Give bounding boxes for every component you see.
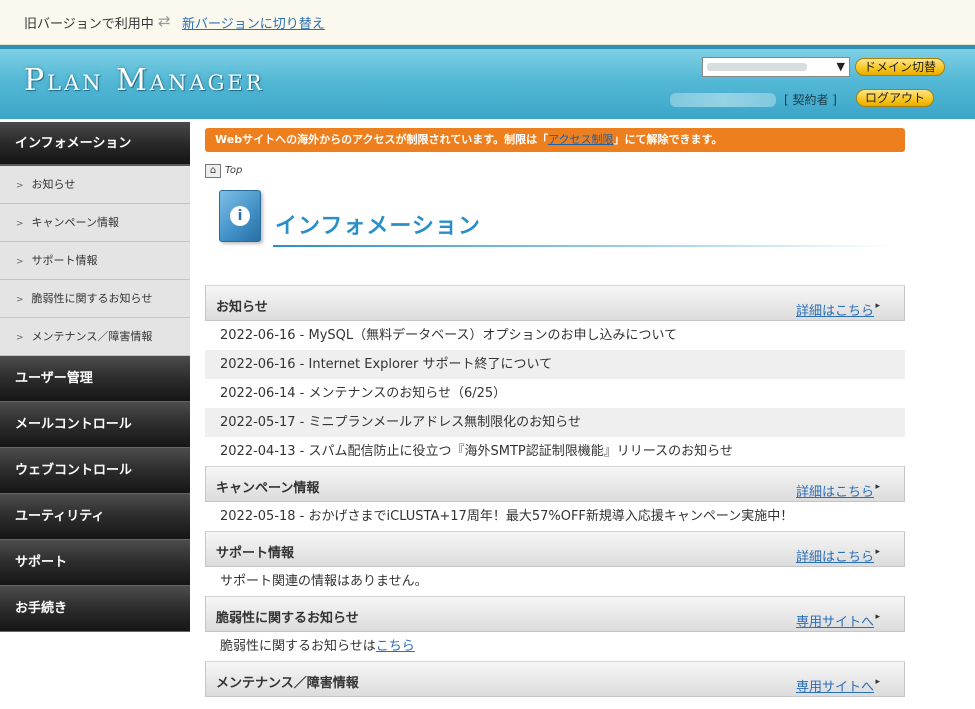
sidebar-category-user-management[interactable]: ユーザー管理 bbox=[0, 356, 190, 402]
logout-button[interactable]: ログアウト bbox=[856, 89, 935, 107]
sidebar-item-vulnerability[interactable]: > 脆弱性に関するお知らせ bbox=[0, 280, 190, 318]
news-item[interactable]: 2022-06-16 - Internet Explorer サポート終了につい… bbox=[205, 350, 905, 379]
campaign-item[interactable]: 2022-05-18 - おかげさまでiCLUSTA+17周年！最大57%OFF… bbox=[205, 502, 905, 531]
vulnerability-here-link[interactable]: こちら bbox=[376, 639, 415, 654]
info-sections: お知らせ 詳細はこちら ▸ 2022-06-16 - MySQL（無料データベー… bbox=[205, 285, 905, 697]
old-version-text: 旧バージョンで利用中 bbox=[24, 17, 154, 32]
sidebar-item-support[interactable]: > サポート情報 bbox=[0, 242, 190, 280]
page-title-area: i インフォメーション bbox=[205, 182, 905, 254]
main-content: Webサイトへの海外からのアクセスが制限されています。制限は「アクセス制限」にて… bbox=[205, 128, 905, 697]
chevron-right-icon: > bbox=[16, 295, 24, 305]
chevron-right-icon: ▸ bbox=[875, 547, 880, 557]
sidebar-category-support[interactable]: サポート bbox=[0, 540, 190, 586]
news-item[interactable]: 2022-06-16 - MySQL（無料データベース）オプションのお申し込みに… bbox=[205, 321, 905, 350]
chevron-right-icon: ▸ bbox=[875, 301, 880, 311]
sidebar-category-procedures[interactable]: お手続き bbox=[0, 586, 190, 632]
vulnerability-text-before: 脆弱性に関するお知らせは bbox=[220, 639, 376, 654]
news-more-link[interactable]: 詳細はこちら bbox=[796, 300, 874, 319]
section-title: 脆弱性に関するお知らせ bbox=[216, 611, 359, 626]
domain-value-redacted bbox=[707, 63, 807, 71]
support-more-link[interactable]: 詳細はこちら bbox=[796, 546, 874, 565]
contract-label: [ 契約者 ] bbox=[784, 93, 837, 107]
maintenance-site-link[interactable]: 専用サイトへ bbox=[796, 676, 874, 695]
home-icon[interactable]: ⌂ bbox=[205, 164, 221, 178]
sidebar: インフォメーション > お知らせ > キャンペーン情報 > サポート情報 > 脆弱性に関… bbox=[0, 122, 190, 632]
plan-manager-logo: Plan Manager bbox=[24, 63, 265, 98]
switch-new-version-link[interactable]: 新バージョンに切り替え bbox=[182, 13, 325, 32]
sidebar-category-mail-control[interactable]: メールコントロール bbox=[0, 402, 190, 448]
section-header-news: お知らせ 詳細はこちら ▸ bbox=[205, 285, 905, 321]
section-title: サポート情報 bbox=[216, 546, 295, 561]
section-header-campaign: キャンペーン情報 詳細はこちら ▸ bbox=[205, 466, 905, 502]
sidebar-item-maintenance[interactable]: > メンテナンス／障害情報 bbox=[0, 318, 190, 356]
page-title: インフォメーション bbox=[275, 214, 481, 239]
section-header-support: サポート情報 詳細はこちら ▸ bbox=[205, 531, 905, 567]
sidebar-item-label: サポート情報 bbox=[31, 254, 98, 267]
chevron-right-icon: > bbox=[16, 257, 24, 267]
vulnerability-site-link[interactable]: 専用サイトへ bbox=[796, 611, 874, 630]
breadcrumb-top[interactable]: Top bbox=[225, 165, 242, 176]
section-title: お知らせ bbox=[216, 300, 268, 315]
sidebar-item-campaign[interactable]: > キャンペーン情報 bbox=[0, 204, 190, 242]
section-title: キャンペーン情報 bbox=[216, 481, 320, 496]
chevron-right-icon: ▸ bbox=[875, 612, 880, 622]
domain-select[interactable]: ▼ bbox=[702, 57, 850, 77]
information-book-icon: i bbox=[219, 190, 261, 242]
chevron-right-icon: > bbox=[16, 219, 24, 229]
user-name-redacted bbox=[670, 93, 776, 107]
sidebar-item-label: キャンペーン情報 bbox=[31, 216, 119, 229]
chevron-right-icon: > bbox=[16, 333, 24, 343]
sidebar-category-web-control[interactable]: ウェブコントロール bbox=[0, 448, 190, 494]
app-header: Plan Manager ▼ ドメイン切替 [ 契約者 ] ログアウト bbox=[0, 45, 975, 119]
chevron-right-icon: > bbox=[16, 181, 24, 191]
section-header-maintenance: メンテナンス／障害情報 専用サイトへ ▸ bbox=[205, 661, 905, 697]
access-restriction-alert: Webサイトへの海外からのアクセスが制限されています。制限は「アクセス制限」にて… bbox=[205, 128, 905, 152]
swap-arrows-icon: ⇄ bbox=[158, 12, 171, 30]
support-empty-text: サポート関連の情報はありません。 bbox=[220, 574, 428, 589]
section-header-vulnerability: 脆弱性に関するお知らせ 専用サイトへ ▸ bbox=[205, 596, 905, 632]
alert-text-before: Webサイトへの海外からのアクセスが制限されています。制限は「 bbox=[215, 133, 549, 146]
news-item[interactable]: 2022-05-17 - ミニプランメールアドレス無制限化のお知らせ bbox=[205, 408, 905, 437]
chevron-right-icon: ▸ bbox=[875, 482, 880, 492]
vulnerability-text: 脆弱性に関するお知らせはこちら bbox=[205, 632, 905, 661]
title-underline bbox=[273, 245, 893, 247]
news-item[interactable]: 2022-04-13 - スパム配信防止に役立つ『海外SMTP認証制限機能』リリ… bbox=[205, 437, 905, 466]
sidebar-section-information[interactable]: インフォメーション bbox=[0, 122, 190, 166]
section-title: メンテナンス／障害情報 bbox=[216, 676, 359, 691]
breadcrumb: ⌂ Top bbox=[205, 164, 242, 180]
news-item[interactable]: 2022-06-14 - メンテナンスのお知らせ（6/25） bbox=[205, 379, 905, 408]
sidebar-item-label: お知らせ bbox=[31, 178, 76, 191]
sidebar-category-utility[interactable]: ユーティリティ bbox=[0, 494, 190, 540]
alert-text-after: 」にて解除できます。 bbox=[613, 133, 723, 146]
chevron-down-icon: ▼ bbox=[836, 60, 845, 73]
sidebar-item-label: メンテナンス／障害情報 bbox=[31, 330, 153, 343]
info-icon: i bbox=[230, 206, 250, 226]
sidebar-item-news[interactable]: > お知らせ bbox=[0, 166, 190, 204]
version-bar: 旧バージョンで利用中 ⇄ 新バージョンに切り替え bbox=[0, 0, 975, 45]
campaign-more-link[interactable]: 詳細はこちら bbox=[796, 481, 874, 500]
chevron-right-icon: ▸ bbox=[875, 677, 880, 687]
access-restriction-link[interactable]: アクセス制限 bbox=[548, 133, 613, 146]
sidebar-item-label: 脆弱性に関するお知らせ bbox=[31, 292, 153, 305]
domain-switch-button[interactable]: ドメイン切替 bbox=[855, 58, 946, 76]
